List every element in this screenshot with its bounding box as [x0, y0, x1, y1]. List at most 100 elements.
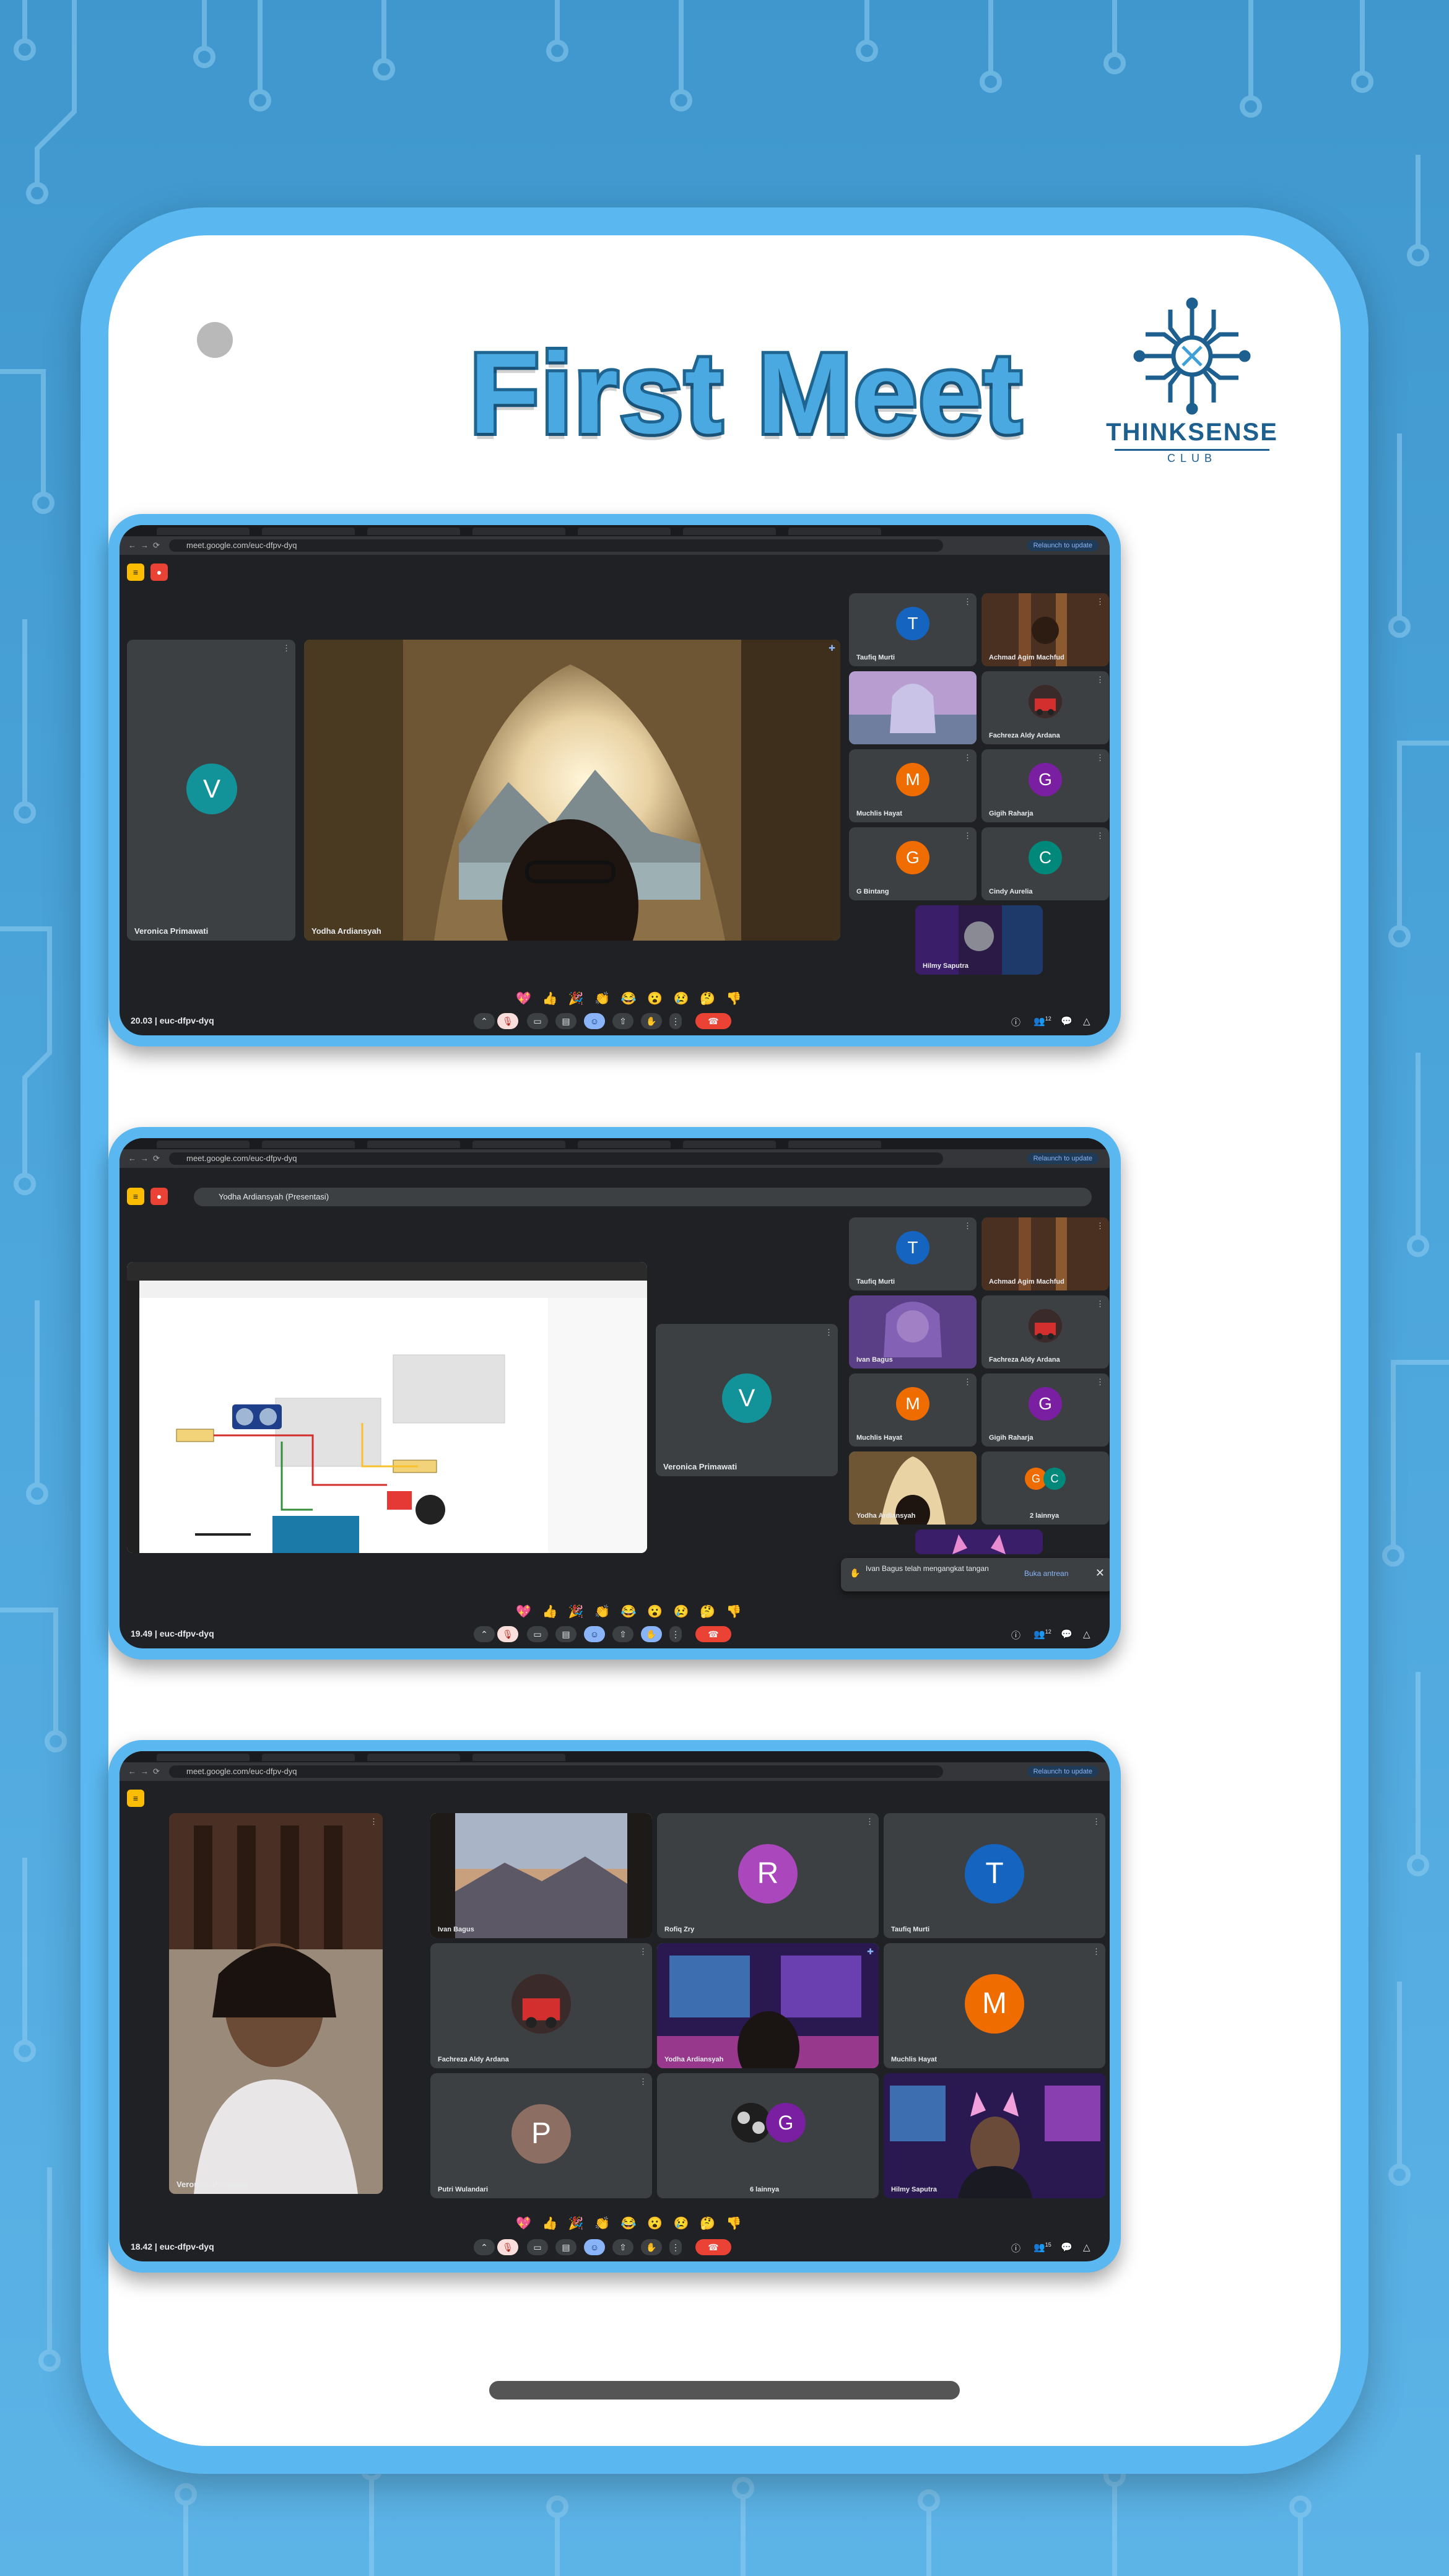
emoji-icon[interactable]: ☺	[584, 1013, 605, 1029]
relaunch-button[interactable]: Relaunch to update	[1027, 540, 1099, 551]
raise-hand-icon[interactable]: ✋	[641, 1626, 662, 1642]
main-speaker-tile[interactable]: ✚ Yodha Ardiansyah	[304, 640, 840, 941]
participant-tile[interactable]: G C 2 lainnya	[981, 1451, 1109, 1525]
pin-icon[interactable]: ✚	[829, 643, 835, 653]
camera-icon[interactable]: ▭	[527, 1013, 548, 1029]
relaunch-button[interactable]: Relaunch to update	[1027, 1153, 1099, 1164]
back-icon[interactable]: ←	[128, 1767, 136, 1776]
raise-hand-icon[interactable]: ✋	[641, 2239, 662, 2255]
camera-icon[interactable]: ▭	[527, 1626, 548, 1642]
pin-icon[interactable]: ⋮	[1092, 1947, 1100, 1957]
participant-tile[interactable]: Ivan Bagus	[430, 1813, 652, 1938]
more-vert-icon[interactable]: ⋮	[669, 1013, 682, 1029]
relaunch-button[interactable]: Relaunch to update	[1027, 1766, 1099, 1777]
info-icon[interactable]: ⓘ	[1011, 1629, 1020, 1642]
participant-tile[interactable]: ⋮ Fachreza Aldy Ardana	[430, 1943, 652, 2068]
participant-tile[interactable]: T ⋮ Taufiq Murti	[849, 593, 977, 666]
forward-icon[interactable]: →	[141, 1767, 149, 1776]
participant-tile[interactable]: Hilmy Saputra	[915, 905, 1043, 975]
present-icon[interactable]: ⇧	[612, 1626, 633, 1642]
pin-icon[interactable]: ⋮	[1096, 597, 1104, 607]
captions-icon[interactable]: ▤	[555, 1013, 577, 1029]
pin-icon[interactable]: ✚	[867, 1947, 874, 1957]
people-icon[interactable]: 👥12	[1033, 1016, 1051, 1027]
pin-icon[interactable]: ⋮	[964, 597, 972, 607]
pin-icon[interactable]: ⋮	[639, 1947, 647, 1957]
captions-icon[interactable]: ▤	[555, 2239, 577, 2255]
browser-tab-strip[interactable]	[120, 525, 1110, 536]
participant-tile[interactable]: ⋮ Achmad Agim Machfud	[981, 593, 1109, 666]
participant-tile[interactable]: ✚ Yodha Ardiansyah	[657, 1943, 879, 2068]
participant-tile[interactable]	[915, 1530, 1043, 1554]
notes-icon[interactable]: ≡	[127, 564, 144, 581]
mic-off-icon[interactable]: 🎙	[497, 1013, 518, 1029]
camera-icon[interactable]: ▭	[527, 2239, 548, 2255]
reaction-bar[interactable]: 💖 👍 🎉 👏 😂 😮 😢 🤔 👎	[516, 2216, 746, 2231]
reaction-bar[interactable]: 💖 👍 🎉 👏 😂 😮 😢 🤔 👎	[516, 991, 746, 1006]
participant-tile[interactable]: M ⋮ Muchlis Hayat	[849, 1373, 977, 1447]
participant-tile[interactable]: Yodha Ardiansyah	[849, 1451, 977, 1525]
chevron-up-icon[interactable]: ⌃	[474, 1626, 495, 1642]
participant-tile[interactable]: V ⋮ Veronica Primawati	[127, 640, 295, 941]
pin-icon[interactable]: ⋮	[639, 2077, 647, 2087]
browser-tab-strip[interactable]	[120, 1138, 1110, 1149]
people-icon[interactable]: 👥15	[1033, 2242, 1051, 2253]
participant-tile[interactable]: R ⋮ Rofiq Zry	[657, 1813, 879, 1938]
shared-screen[interactable]	[127, 1262, 647, 1553]
info-icon[interactable]: ⓘ	[1011, 2242, 1020, 2255]
reaction-bar[interactable]: 💖 👍 🎉 👏 😂 😮 😢 🤔 👎	[516, 1604, 746, 1619]
browser-tab-strip[interactable]	[120, 1751, 1110, 1762]
participant-tile[interactable]: G 6 lainnya	[657, 2073, 879, 2198]
participant-tile[interactable]: G ⋮ Gigih Raharja	[981, 1373, 1109, 1447]
reload-icon[interactable]: ⟳	[153, 541, 160, 550]
participant-tile[interactable]: M ⋮ Muchlis Hayat	[884, 1943, 1105, 2068]
address-bar[interactable]: meet.google.com/euc-dfpv-dyq	[169, 1152, 943, 1165]
participant-tile[interactable]: Ivan Bagus	[849, 1295, 977, 1368]
pin-icon[interactable]: ⋮	[1096, 1299, 1104, 1309]
info-icon[interactable]: ⓘ	[1011, 1016, 1020, 1029]
close-icon[interactable]: ✕	[1095, 1567, 1105, 1580]
pin-icon[interactable]: ⋮	[1096, 675, 1104, 685]
activities-icon[interactable]: △	[1083, 2242, 1090, 2253]
back-icon[interactable]: ←	[128, 1154, 136, 1163]
address-bar[interactable]: meet.google.com/euc-dfpv-dyq	[169, 539, 943, 552]
pin-icon[interactable]: ⋮	[282, 643, 290, 653]
mic-off-icon[interactable]: 🎙	[497, 2239, 518, 2255]
mic-off-icon[interactable]: 🎙	[497, 1626, 518, 1642]
participant-tile[interactable]: T ⋮ Taufiq Murti	[884, 1813, 1105, 1938]
participant-tile[interactable]: ⋮ Achmad Agim Machfud	[981, 1217, 1109, 1290]
pin-icon[interactable]: ⋮	[1096, 1377, 1104, 1387]
pin-icon[interactable]: ⋮	[1096, 1221, 1104, 1231]
notes-icon[interactable]: ≡	[127, 1188, 144, 1205]
pin-icon[interactable]: ⋮	[964, 1377, 972, 1387]
pin-icon[interactable]: ⋮	[370, 1817, 378, 1827]
participant-tile[interactable]: C ⋮ Cindy Aurelia	[981, 827, 1109, 900]
reload-icon[interactable]: ⟳	[153, 1154, 160, 1164]
activities-icon[interactable]: △	[1083, 1629, 1090, 1640]
back-icon[interactable]: ←	[128, 541, 136, 550]
participant-tile[interactable]: Hilmy Saputra	[884, 2073, 1105, 2198]
pin-icon[interactable]: ⋮	[866, 1817, 874, 1827]
chevron-up-icon[interactable]: ⌃	[474, 2239, 495, 2255]
pin-icon[interactable]: ⋮	[1096, 753, 1104, 763]
record-icon[interactable]: ●	[150, 564, 168, 581]
more-vert-icon[interactable]: ⋮	[669, 2239, 682, 2255]
pin-icon[interactable]: ⋮	[825, 1328, 833, 1338]
pin-icon[interactable]: ⋮	[964, 1221, 972, 1231]
open-queue-link[interactable]: Buka antrean	[1024, 1569, 1068, 1578]
pin-icon[interactable]: ⋮	[964, 753, 972, 763]
chat-icon[interactable]: 💬	[1061, 1016, 1073, 1027]
present-icon[interactable]: ⇧	[612, 2239, 633, 2255]
people-icon[interactable]: 👥12	[1033, 1629, 1051, 1640]
call-end-icon[interactable]: ☎	[695, 1013, 731, 1029]
participant-tile[interactable]: G ⋮ G Bintang	[849, 827, 977, 900]
forward-icon[interactable]: →	[141, 541, 149, 550]
participant-tile[interactable]: P ⋮ Putri Wulandari	[430, 2073, 652, 2198]
chat-icon[interactable]: 💬	[1061, 1629, 1073, 1640]
participant-tile[interactable]: T ⋮ Taufiq Murti	[849, 1217, 977, 1290]
address-bar[interactable]: meet.google.com/euc-dfpv-dyq	[169, 1765, 943, 1778]
participant-tile[interactable]: G ⋮ Gigih Raharja	[981, 749, 1109, 822]
pin-icon[interactable]: ⋮	[1092, 1817, 1100, 1827]
more-vert-icon[interactable]: ⋮	[669, 1626, 682, 1642]
participant-tile[interactable]: M ⋮ Muchlis Hayat	[849, 749, 977, 822]
